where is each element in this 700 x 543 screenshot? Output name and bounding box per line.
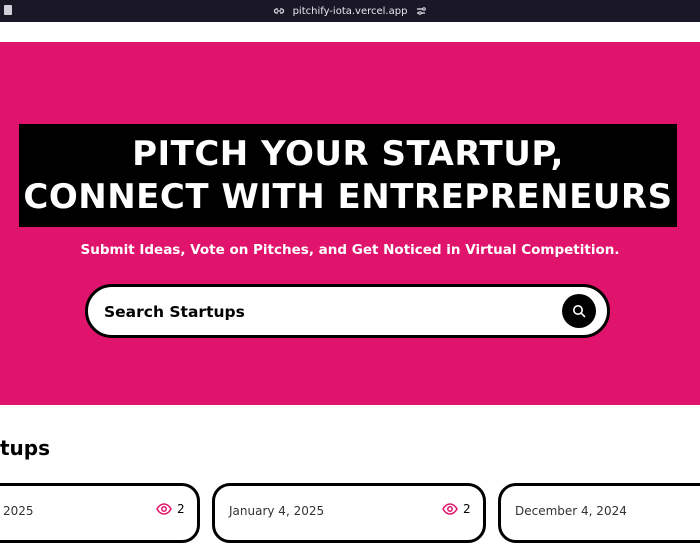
startup-card[interactable]: January 4, 2025 2 xyxy=(212,483,486,543)
browser-toolbar: pitchify-iota.vercel.app xyxy=(0,0,700,22)
hero-heading-line-2: CONNECT WITH ENTREPRENEURS xyxy=(23,176,673,217)
search-icon xyxy=(573,305,586,318)
link-icon xyxy=(273,5,285,17)
card-date: 2025 xyxy=(3,504,34,518)
search-button[interactable] xyxy=(562,294,596,328)
section-title: tups xyxy=(0,436,51,460)
search-form xyxy=(85,284,610,338)
hero-heading-line-1: PITCH YOUR STARTUP, xyxy=(132,133,564,174)
tab-icon[interactable] xyxy=(4,5,12,15)
startup-card[interactable]: 2025 2 xyxy=(0,483,200,543)
card-date: December 4, 2024 xyxy=(515,504,627,518)
hero-subtitle: Submit Ideas, Vote on Pitches, and Get N… xyxy=(80,242,620,258)
card-views: 2 xyxy=(156,502,185,516)
card-views: 2 xyxy=(442,502,471,516)
search-input[interactable] xyxy=(102,299,546,325)
url-text[interactable]: pitchify-iota.vercel.app xyxy=(293,6,408,17)
site-settings-icon[interactable] xyxy=(415,5,427,17)
eye-icon xyxy=(156,503,172,515)
eye-icon xyxy=(442,503,458,515)
card-views-count: 2 xyxy=(177,502,185,516)
startup-card[interactable]: December 4, 2024 xyxy=(498,483,700,543)
address-bar[interactable]: pitchify-iota.vercel.app xyxy=(273,5,428,17)
navbar xyxy=(0,22,700,42)
hero-heading: PITCH YOUR STARTUP, CONNECT WITH ENTREPR… xyxy=(19,124,677,227)
card-date: January 4, 2025 xyxy=(229,504,325,518)
card-views-count: 2 xyxy=(463,502,471,516)
